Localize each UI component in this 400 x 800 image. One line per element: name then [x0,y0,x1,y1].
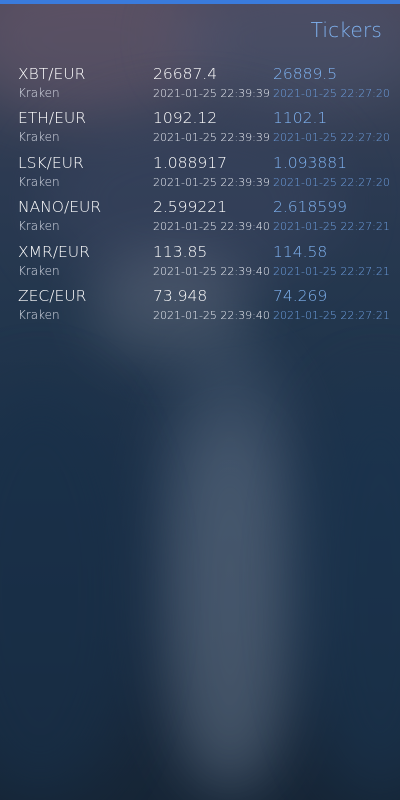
ticker-time: 2021-01-25 22:39:39 [153,87,270,100]
ticker-time: 2021-01-25 22:39:40 [153,308,270,322]
ticker-pair: ETH/EUR [18,109,87,128]
page-title: Tickers [310,18,382,42]
ticker-row[interactable]: ZEC/EUR Kraken 73.948 2021-01-25 22:39:4… [0,284,400,328]
ticker-pair: XBT/EUR [18,65,86,83]
ticker-time: 2021-01-25 22:39:39 [153,131,270,145]
ticker-pair: NANO/EUR [18,198,102,217]
ticker-row[interactable]: ETH/EUR Kraken 1092.12 2021-01-25 22:39:… [0,106,400,150]
ticker-previous-price: 74.269 [273,286,328,305]
ticker-exchange: Kraken [18,86,60,100]
ticker-previous-time: 2021-01-25 22:27:21 [273,308,390,322]
ticker-previous-price: 26889.5 [273,65,338,83]
ticker-price: 73.948 [153,286,208,305]
ticker-price: 1.088917 [153,153,227,172]
ticker-pair: ZEC/EUR [18,286,87,305]
ticker-pair: LSK/EUR [18,153,84,172]
ticker-price: 1092.12 [153,109,218,128]
ticker-previous-price: 1.093881 [273,153,347,172]
ticker-price: 2.599221 [153,198,227,217]
ticker-exchange: Kraken [18,219,60,234]
ticker-previous-time: 2021-01-25 22:27:20 [273,175,390,189]
ticker-previous-time: 2021-01-25 22:27:20 [273,87,390,100]
ticker-pair: XMR/EUR [18,242,90,261]
ticker-time: 2021-01-25 22:39:40 [153,220,270,234]
ticker-row[interactable]: XMR/EUR Kraken 113.85 2021-01-25 22:39:4… [0,240,400,284]
ticker-previous-price: 114.58 [273,242,328,261]
ticker-row[interactable]: LSK/EUR Kraken 1.088917 2021-01-25 22:39… [0,151,400,195]
ticker-time: 2021-01-25 22:39:40 [153,264,270,278]
top-accent-bar [0,0,400,4]
ticker-price: 113.85 [153,242,208,261]
ticker-previous-price: 1102.1 [273,109,328,128]
ticker-list: XBT/EUR Kraken 26687.4 2021-01-25 22:39:… [0,62,400,328]
ticker-exchange: Kraken [18,263,60,278]
ticker-exchange: Kraken [18,307,60,322]
ticker-previous-time: 2021-01-25 22:27:20 [273,131,390,145]
ticker-previous-time: 2021-01-25 22:27:21 [273,264,390,278]
ticker-exchange: Kraken [18,174,60,189]
ticker-time: 2021-01-25 22:39:39 [153,175,270,189]
ticker-previous-time: 2021-01-25 22:27:21 [273,220,390,234]
ticker-exchange: Kraken [18,130,60,145]
ticker-row[interactable]: NANO/EUR Kraken 2.599221 2021-01-25 22:3… [0,195,400,239]
ticker-previous-price: 2.618599 [273,198,347,217]
ticker-price: 26687.4 [153,65,218,83]
ticker-row[interactable]: XBT/EUR Kraken 26687.4 2021-01-25 22:39:… [0,62,400,106]
